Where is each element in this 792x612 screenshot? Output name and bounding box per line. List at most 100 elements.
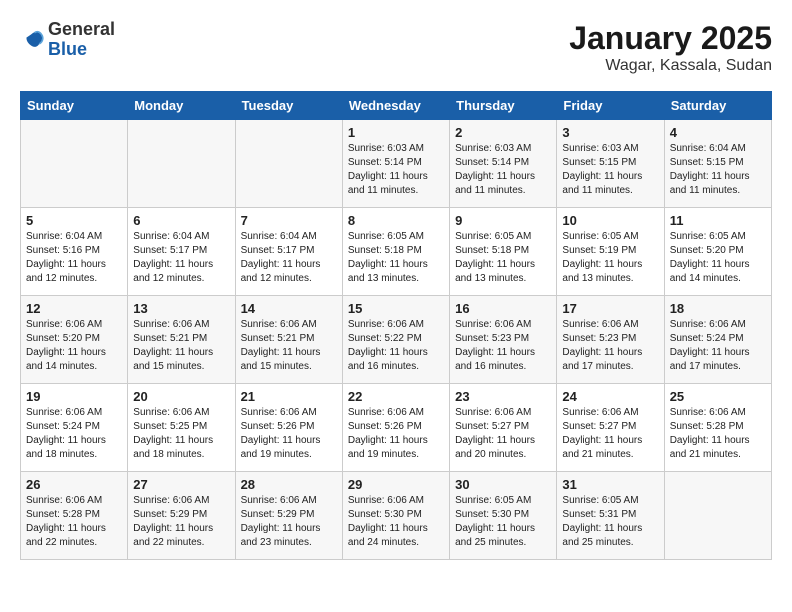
calendar-week-row: 26 Sunrise: 6:06 AM Sunset: 5:28 PM Dayli… — [21, 472, 772, 560]
day-number: 1 — [348, 125, 444, 140]
day-number: 28 — [241, 477, 337, 492]
calendar-cell: 3Sunrise: 6:03 AM Sunset: 5:15 PM Daylig… — [557, 120, 664, 208]
day-info: Sunrise: 6:03 AM Sunset: 5:14 PM Dayligh… — [455, 142, 551, 198]
calendar-cell: 6 Sunrise: 6:04 AM Sunset: 5:17 PM Daylig… — [128, 208, 235, 296]
day-number: 25 — [670, 389, 766, 404]
day-number: 7 — [241, 213, 337, 228]
calendar-cell: 27 Sunrise: 6:06 AM Sunset: 5:29 PM Dayli… — [128, 472, 235, 560]
calendar-cell: 25 Sunrise: 6:06 AM Sunset: 5:28 PM Dayli… — [664, 384, 771, 472]
day-number: 20 — [133, 389, 229, 404]
calendar-cell: 14 Sunrise: 6:06 AM Sunset: 5:21 PM Dayli… — [235, 296, 342, 384]
day-number: 23 — [455, 389, 551, 404]
weekday-header: Saturday — [664, 92, 771, 120]
calendar-cell: 18 Sunrise: 6:06 AM Sunset: 5:24 PM Dayli… — [664, 296, 771, 384]
calendar-cell: 15 Sunrise: 6:06 AM Sunset: 5:22 PM Dayli… — [342, 296, 449, 384]
calendar-cell — [235, 120, 342, 208]
page-header: General Blue January 2025 Wagar, Kassala… — [20, 20, 772, 75]
calendar-cell: 17Sunrise: 6:06 AM Sunset: 5:23 PM Dayli… — [557, 296, 664, 384]
day-number: 26 — [26, 477, 122, 492]
day-info: Sunrise: 6:06 AM Sunset: 5:24 PM Dayligh… — [670, 318, 766, 374]
day-info: Sunrise: 6:06 AM Sunset: 5:25 PM Dayligh… — [133, 406, 229, 462]
calendar-cell: 28 Sunrise: 6:06 AM Sunset: 5:29 PM Dayli… — [235, 472, 342, 560]
calendar-cell: 4 Sunrise: 6:04 AM Sunset: 5:15 PM Daylig… — [664, 120, 771, 208]
calendar-cell: 30 Sunrise: 6:05 AM Sunset: 5:30 PM Dayli… — [450, 472, 557, 560]
day-number: 30 — [455, 477, 551, 492]
calendar-cell: 10 Sunrise: 6:05 AM Sunset: 5:19 PM Dayli… — [557, 208, 664, 296]
day-info: Sunrise: 6:04 AM Sunset: 5:17 PM Dayligh… — [133, 230, 229, 286]
calendar-week-row: 19 Sunrise: 6:06 AM Sunset: 5:24 PM Dayli… — [21, 384, 772, 472]
day-number: 24 — [562, 389, 658, 404]
day-info: Sunrise: 6:04 AM Sunset: 5:15 PM Dayligh… — [670, 142, 766, 198]
day-number: 22 — [348, 389, 444, 404]
weekday-header: Sunday — [21, 92, 128, 120]
calendar-week-row: 12 Sunrise: 6:06 AM Sunset: 5:20 PM Dayli… — [21, 296, 772, 384]
weekday-header: Tuesday — [235, 92, 342, 120]
calendar-week-row: 5 Sunrise: 6:04 AM Sunset: 5:16 PM Daylig… — [21, 208, 772, 296]
calendar-cell — [128, 120, 235, 208]
day-number: 16 — [455, 301, 551, 316]
day-number: 10 — [562, 213, 658, 228]
calendar-week-row: 1 Sunrise: 6:03 AM Sunset: 5:14 PM Daylig… — [21, 120, 772, 208]
day-number: 14 — [241, 301, 337, 316]
day-info: Sunrise: 6:06 AM Sunset: 5:20 PM Dayligh… — [26, 318, 122, 374]
day-number: 6 — [133, 213, 229, 228]
day-info: Sunrise: 6:06 AM Sunset: 5:26 PM Dayligh… — [348, 406, 444, 462]
day-info: Sunrise: 6:06 AM Sunset: 5:23 PM Dayligh… — [562, 318, 658, 374]
calendar-cell: 2 Sunrise: 6:03 AM Sunset: 5:14 PM Daylig… — [450, 120, 557, 208]
page-subtitle: Wagar, Kassala, Sudan — [569, 57, 772, 75]
header-row: SundayMondayTuesdayWednesdayThursdayFrid… — [21, 92, 772, 120]
day-number: 4 — [670, 125, 766, 140]
calendar-cell — [664, 472, 771, 560]
calendar-cell: 26 Sunrise: 6:06 AM Sunset: 5:28 PM Dayli… — [21, 472, 128, 560]
logo-text: General Blue — [48, 20, 115, 60]
day-info: Sunrise: 6:04 AM Sunset: 5:17 PM Dayligh… — [241, 230, 337, 286]
day-info: Sunrise: 6:06 AM Sunset: 5:26 PM Dayligh… — [241, 406, 337, 462]
calendar-header: SundayMondayTuesdayWednesdayThursdayFrid… — [21, 92, 772, 120]
day-info: Sunrise: 6:06 AM Sunset: 5:30 PM Dayligh… — [348, 494, 444, 550]
calendar-table: SundayMondayTuesdayWednesdayThursdayFrid… — [20, 91, 772, 560]
day-number: 31 — [562, 477, 658, 492]
day-number: 19 — [26, 389, 122, 404]
day-number: 27 — [133, 477, 229, 492]
day-info: Sunrise: 6:06 AM Sunset: 5:29 PM Dayligh… — [241, 494, 337, 550]
day-info: Sunrise: 6:05 AM Sunset: 5:19 PM Dayligh… — [562, 230, 658, 286]
day-info: Sunrise: 6:03 AM Sunset: 5:14 PM Dayligh… — [348, 142, 444, 198]
day-info: Sunrise: 6:05 AM Sunset: 5:18 PM Dayligh… — [348, 230, 444, 286]
calendar-cell: 12 Sunrise: 6:06 AM Sunset: 5:20 PM Dayli… — [21, 296, 128, 384]
calendar-cell: 21 Sunrise: 6:06 AM Sunset: 5:26 PM Dayli… — [235, 384, 342, 472]
day-info: Sunrise: 6:05 AM Sunset: 5:20 PM Dayligh… — [670, 230, 766, 286]
page-title: January 2025 — [569, 20, 772, 57]
calendar-cell: 20 Sunrise: 6:06 AM Sunset: 5:25 PM Dayli… — [128, 384, 235, 472]
weekday-header: Monday — [128, 92, 235, 120]
day-info: Sunrise: 6:06 AM Sunset: 5:29 PM Dayligh… — [133, 494, 229, 550]
logo: General Blue — [20, 20, 115, 60]
day-info: Sunrise: 6:06 AM Sunset: 5:21 PM Dayligh… — [133, 318, 229, 374]
calendar-cell: 13Sunrise: 6:06 AM Sunset: 5:21 PM Dayli… — [128, 296, 235, 384]
calendar-cell: 23 Sunrise: 6:06 AM Sunset: 5:27 PM Dayli… — [450, 384, 557, 472]
day-number: 15 — [348, 301, 444, 316]
calendar-cell: 5 Sunrise: 6:04 AM Sunset: 5:16 PM Daylig… — [21, 208, 128, 296]
calendar-cell: 9Sunrise: 6:05 AM Sunset: 5:18 PM Daylig… — [450, 208, 557, 296]
day-number: 2 — [455, 125, 551, 140]
day-number: 9 — [455, 213, 551, 228]
day-info: Sunrise: 6:06 AM Sunset: 5:22 PM Dayligh… — [348, 318, 444, 374]
day-info: Sunrise: 6:03 AM Sunset: 5:15 PM Dayligh… — [562, 142, 658, 198]
calendar-body: 1 Sunrise: 6:03 AM Sunset: 5:14 PM Daylig… — [21, 120, 772, 560]
calendar-cell: 8Sunrise: 6:05 AM Sunset: 5:18 PM Daylig… — [342, 208, 449, 296]
weekday-header: Friday — [557, 92, 664, 120]
calendar-cell: 29Sunrise: 6:06 AM Sunset: 5:30 PM Dayli… — [342, 472, 449, 560]
day-info: Sunrise: 6:06 AM Sunset: 5:21 PM Dayligh… — [241, 318, 337, 374]
day-number: 12 — [26, 301, 122, 316]
day-info: Sunrise: 6:05 AM Sunset: 5:30 PM Dayligh… — [455, 494, 551, 550]
day-number: 5 — [26, 213, 122, 228]
day-info: Sunrise: 6:04 AM Sunset: 5:16 PM Dayligh… — [26, 230, 122, 286]
logo-icon — [20, 28, 44, 52]
day-info: Sunrise: 6:06 AM Sunset: 5:24 PM Dayligh… — [26, 406, 122, 462]
day-number: 21 — [241, 389, 337, 404]
day-info: Sunrise: 6:06 AM Sunset: 5:28 PM Dayligh… — [670, 406, 766, 462]
day-number: 18 — [670, 301, 766, 316]
calendar-cell: 7 Sunrise: 6:04 AM Sunset: 5:17 PM Daylig… — [235, 208, 342, 296]
day-info: Sunrise: 6:06 AM Sunset: 5:28 PM Dayligh… — [26, 494, 122, 550]
day-number: 11 — [670, 213, 766, 228]
day-info: Sunrise: 6:06 AM Sunset: 5:27 PM Dayligh… — [455, 406, 551, 462]
